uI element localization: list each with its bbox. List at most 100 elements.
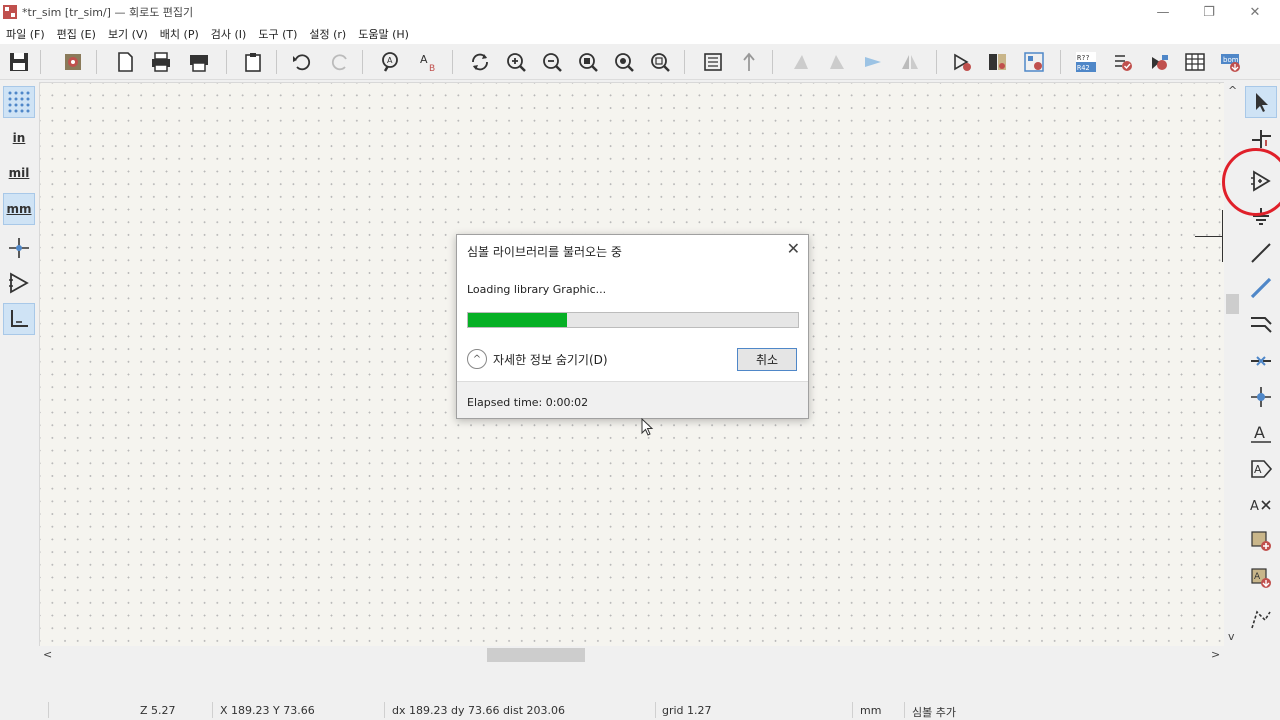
details-toggle-label: 자세한 정보 숨기기(D) bbox=[493, 352, 608, 367]
import-sheet-pin-icon[interactable]: A bbox=[1245, 562, 1277, 594]
simulator-icon[interactable] bbox=[1146, 49, 1172, 75]
progress-bar bbox=[467, 312, 799, 328]
zoom-in-icon[interactable] bbox=[503, 49, 529, 75]
svg-text:A: A bbox=[420, 53, 428, 66]
units-mm-label: mm bbox=[6, 202, 32, 216]
find-replace-icon[interactable]: AB bbox=[416, 49, 442, 75]
cursor-crosshair-vertical bbox=[1222, 210, 1223, 262]
maximize-button[interactable]: ❐ bbox=[1186, 0, 1232, 24]
paste-icon[interactable] bbox=[240, 49, 266, 75]
mouse-pointer-icon bbox=[641, 418, 654, 436]
zoom-fit-icon[interactable] bbox=[575, 49, 601, 75]
menu-edit[interactable]: 편집 (E) bbox=[57, 26, 96, 42]
orthogonal-mode-icon[interactable] bbox=[3, 303, 35, 335]
find-icon[interactable]: A bbox=[378, 49, 404, 75]
menu-help[interactable]: 도움말 (H) bbox=[358, 26, 409, 42]
refresh-icon[interactable] bbox=[467, 49, 493, 75]
elapsed-time: Elapsed time: 0:00:02 bbox=[467, 396, 589, 409]
full-crosshair-icon[interactable] bbox=[3, 232, 35, 264]
symbol-editor-icon[interactable] bbox=[949, 49, 975, 75]
menu-file[interactable]: 파일 (F) bbox=[6, 26, 45, 42]
new-sheet-icon[interactable] bbox=[112, 49, 138, 75]
add-wire-icon[interactable] bbox=[1245, 237, 1277, 269]
plot-icon[interactable] bbox=[186, 49, 212, 75]
close-window-button[interactable]: ✕ bbox=[1232, 0, 1278, 24]
menu-place[interactable]: 배치 (P) bbox=[160, 26, 199, 42]
no-connect-icon[interactable] bbox=[1245, 345, 1277, 377]
hierarchy-navigator-icon[interactable] bbox=[700, 49, 726, 75]
horizontal-scroll-thumb[interactable] bbox=[487, 648, 585, 662]
units-inches-label: in bbox=[12, 131, 26, 145]
dialog-title: 심볼 라이브러리를 불러오는 중 bbox=[467, 245, 622, 259]
add-label-icon[interactable]: A bbox=[1245, 417, 1277, 449]
add-graphic-lines-icon[interactable] bbox=[1245, 604, 1277, 636]
status-zoom: Z 5.27 bbox=[140, 704, 176, 717]
schematic-setup-icon[interactable] bbox=[60, 49, 86, 75]
cancel-button[interactable]: 취소 bbox=[737, 348, 797, 371]
svg-text:B: B bbox=[429, 64, 435, 73]
symbol-library-browser-icon[interactable] bbox=[985, 49, 1011, 75]
add-bus-icon[interactable] bbox=[1245, 272, 1277, 304]
loading-library-dialog: 심볼 라이브러리를 불러오는 중 ✕ Loading library Graph… bbox=[456, 234, 809, 419]
dialog-close-icon[interactable]: ✕ bbox=[787, 239, 800, 258]
scroll-right-arrow[interactable]: > bbox=[1211, 648, 1220, 661]
rotate-cw-icon bbox=[824, 49, 850, 75]
status-coords: X 189.23 Y 73.66 bbox=[220, 704, 315, 717]
horizontal-scrollbar[interactable]: < > bbox=[39, 646, 1224, 664]
print-icon[interactable] bbox=[148, 49, 174, 75]
eeschema-app-icon bbox=[3, 5, 17, 19]
mirror-v-icon bbox=[860, 49, 886, 75]
progress-fill bbox=[468, 313, 567, 327]
status-grid: grid 1.27 bbox=[662, 704, 712, 717]
leave-sheet-icon[interactable] bbox=[736, 49, 762, 75]
status-delta: dx 189.23 dy 73.66 dist 203.06 bbox=[392, 704, 566, 717]
symbol-fields-table-icon[interactable] bbox=[1182, 49, 1208, 75]
units-mils-button[interactable]: mil bbox=[3, 157, 35, 189]
menu-tools[interactable]: 도구 (T) bbox=[258, 26, 297, 42]
menu-view[interactable]: 보기 (V) bbox=[108, 26, 148, 42]
chevron-up-icon[interactable]: ^ bbox=[467, 349, 487, 369]
svg-text:A: A bbox=[1254, 572, 1261, 582]
zoom-out-icon[interactable] bbox=[539, 49, 565, 75]
zoom-objects-icon[interactable] bbox=[611, 49, 637, 75]
status-mode: 심볼 추가 bbox=[912, 706, 956, 719]
menu-bar: 파일 (F) 편집 (E) 보기 (V) 배치 (P) 검사 (I) 도구 (T… bbox=[0, 24, 1280, 44]
zoom-selection-icon[interactable] bbox=[647, 49, 673, 75]
dialog-message: Loading library Graphic... bbox=[467, 283, 607, 296]
scroll-left-arrow[interactable]: < bbox=[43, 648, 52, 661]
dialog-footer: Elapsed time: 0:00:02 bbox=[457, 381, 808, 418]
erc-icon[interactable] bbox=[1110, 49, 1136, 75]
select-arrow-icon[interactable] bbox=[1245, 86, 1277, 118]
units-mm-button[interactable]: mm bbox=[3, 193, 35, 225]
menu-preferences[interactable]: 설정 (r) bbox=[309, 26, 346, 42]
save-icon[interactable] bbox=[6, 49, 32, 75]
grid-toggle-icon[interactable] bbox=[3, 86, 35, 118]
redo-icon bbox=[327, 49, 353, 75]
units-inches-button[interactable]: in bbox=[3, 122, 35, 154]
bom-icon[interactable]: bom bbox=[1218, 49, 1244, 75]
svg-text:R??: R?? bbox=[1077, 54, 1090, 62]
rotate-ccw-icon bbox=[788, 49, 814, 75]
scroll-down-arrow[interactable]: v bbox=[1228, 630, 1235, 643]
title-bar: *tr_sim [tr_sim/] — 회로도 편집기 bbox=[0, 0, 1280, 24]
annotate-icon[interactable]: R?? R42 bbox=[1073, 49, 1099, 75]
add-global-label-icon[interactable]: A bbox=[1245, 453, 1277, 485]
svg-text:A: A bbox=[1254, 423, 1265, 442]
add-hierarchical-label-icon[interactable]: A bbox=[1245, 489, 1277, 521]
details-toggle[interactable]: ^ 자세한 정보 숨기기(D) bbox=[467, 349, 608, 369]
add-sheet-icon[interactable] bbox=[1245, 525, 1277, 557]
cursor-crosshair-horizontal bbox=[1195, 236, 1223, 237]
show-pins-icon[interactable] bbox=[3, 267, 35, 299]
undo-icon[interactable] bbox=[289, 49, 315, 75]
minimize-button[interactable]: — bbox=[1140, 0, 1186, 24]
main-toolbar: A AB R?? R42 bom bbox=[0, 44, 1280, 80]
svg-text:A: A bbox=[1250, 499, 1259, 514]
vertical-scroll-thumb[interactable] bbox=[1226, 294, 1239, 314]
add-bus-entry-icon[interactable] bbox=[1245, 308, 1277, 340]
add-junction-icon[interactable] bbox=[1245, 381, 1277, 413]
menu-inspect[interactable]: 검사 (I) bbox=[211, 26, 247, 42]
scroll-up-arrow[interactable]: ^ bbox=[1228, 84, 1237, 97]
footprint-assignment-icon[interactable] bbox=[1021, 49, 1047, 75]
status-units: mm bbox=[860, 704, 882, 717]
window-title: *tr_sim [tr_sim/] — 회로도 편집기 bbox=[22, 6, 194, 19]
